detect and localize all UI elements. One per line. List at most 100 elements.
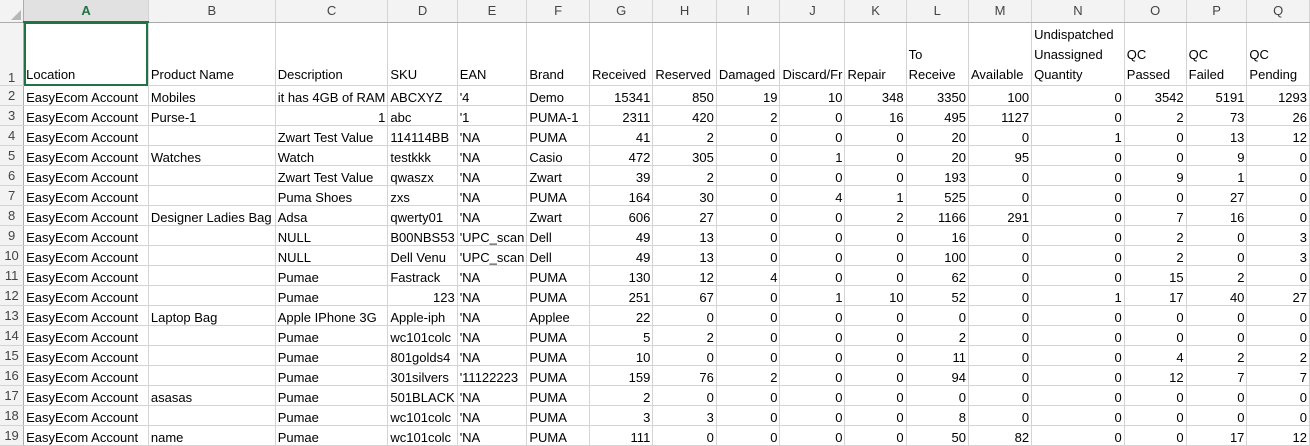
table-cell[interactable]	[148, 405, 276, 426]
table-cell[interactable]: 0	[844, 425, 907, 446]
table-cell[interactable]: 0	[716, 325, 781, 346]
table-cell[interactable]: 76	[652, 365, 717, 386]
table-cell[interactable]: PUMA	[526, 405, 590, 426]
column-header-g[interactable]: G	[589, 0, 654, 23]
table-cell[interactable]: 19	[716, 85, 781, 106]
table-cell[interactable]: B00NBS53	[387, 225, 458, 246]
table-cell[interactable]: Pumae	[275, 345, 389, 366]
table-cell[interactable]: 0	[716, 245, 781, 266]
table-cell[interactable]: 17	[1124, 285, 1187, 306]
table-cell[interactable]: 4	[1124, 345, 1187, 366]
table-cell[interactable]: 0	[844, 225, 907, 246]
table-cell[interactable]: 0	[844, 265, 907, 286]
row-header-15[interactable]: 15	[0, 345, 25, 366]
row-header-1[interactable]: 1	[0, 22, 25, 86]
table-cell[interactable]: 0	[779, 425, 846, 446]
table-cell[interactable]: 0	[1031, 185, 1125, 206]
table-cell[interactable]: 12	[1246, 125, 1310, 146]
table-cell[interactable]: wc101colc	[387, 425, 458, 446]
table-cell[interactable]: 0	[716, 145, 781, 166]
table-cell[interactable]: EasyEcom Account	[23, 265, 149, 286]
row-header-8[interactable]: 8	[0, 205, 25, 226]
table-cell[interactable]: 94	[906, 365, 969, 386]
header-cell[interactable]: QC Pending	[1246, 22, 1310, 86]
column-header-h[interactable]: H	[652, 0, 717, 23]
table-cell[interactable]: PUMA	[526, 385, 590, 406]
table-cell[interactable]: Pumae	[275, 365, 389, 386]
table-cell[interactable]: 114114BB	[387, 125, 458, 146]
table-cell[interactable]: 3	[589, 405, 654, 426]
table-cell[interactable]: 0	[779, 265, 846, 286]
table-cell[interactable]: 4	[716, 265, 781, 286]
table-cell[interactable]: 348	[844, 85, 907, 106]
table-cell[interactable]: 0	[779, 405, 846, 426]
column-header-l[interactable]: L	[906, 0, 969, 23]
table-cell[interactable]: PUMA	[526, 425, 590, 446]
table-cell[interactable]: 0	[968, 125, 1033, 146]
table-cell[interactable]: 49	[589, 225, 654, 246]
table-cell[interactable]: EasyEcom Account	[23, 385, 149, 406]
table-cell[interactable]: 123	[387, 285, 458, 306]
table-cell[interactable]: 17	[1186, 425, 1248, 446]
table-cell[interactable]: 'NA	[457, 405, 528, 426]
table-cell[interactable]: 0	[716, 165, 781, 186]
table-cell[interactable]: 0	[779, 365, 846, 386]
table-cell[interactable]: 'NA	[457, 145, 528, 166]
table-cell[interactable]: 0	[1186, 305, 1248, 326]
table-cell[interactable]: 1	[1031, 285, 1125, 306]
table-cell[interactable]: 0	[968, 325, 1033, 346]
column-header-f[interactable]: F	[526, 0, 590, 23]
header-cell[interactable]: Undispatched Unassigned Quantity	[1031, 22, 1125, 86]
table-cell[interactable]: 8	[906, 405, 969, 426]
table-cell[interactable]: 0	[1031, 365, 1125, 386]
table-cell[interactable]: Apple-iph	[387, 305, 458, 326]
table-cell[interactable]	[148, 245, 276, 266]
table-cell[interactable]: Dell	[526, 245, 590, 266]
table-cell[interactable]: 0	[844, 405, 907, 426]
table-cell[interactable]: 2	[716, 105, 781, 126]
table-cell[interactable]: 159	[589, 365, 654, 386]
table-cell[interactable]: 3	[1246, 245, 1310, 266]
column-header-b[interactable]: B	[148, 0, 276, 23]
table-cell[interactable]: Designer Ladies Bag	[148, 205, 276, 226]
table-cell[interactable]: EasyEcom Account	[23, 185, 149, 206]
table-cell[interactable]: 11	[906, 345, 969, 366]
row-header-11[interactable]: 11	[0, 265, 25, 286]
table-cell[interactable]: 0	[1031, 165, 1125, 186]
table-cell[interactable]: 0	[1031, 385, 1125, 406]
table-cell[interactable]: wc101colc	[387, 325, 458, 346]
row-header-3[interactable]: 3	[0, 105, 25, 126]
table-cell[interactable]: 0	[968, 345, 1033, 366]
column-header-k[interactable]: K	[844, 0, 907, 23]
table-cell[interactable]: Pumae	[275, 265, 389, 286]
table-cell[interactable]: 0	[716, 225, 781, 246]
table-cell[interactable]: 0	[779, 385, 846, 406]
table-cell[interactable]: 2311	[589, 105, 654, 126]
header-cell[interactable]: Damaged	[716, 22, 781, 86]
table-cell[interactable]: Puma Shoes	[275, 185, 389, 206]
table-cell[interactable]	[148, 265, 276, 286]
table-cell[interactable]: 52	[906, 285, 969, 306]
table-cell[interactable]: 15	[1124, 265, 1187, 286]
table-cell[interactable]: 27	[652, 205, 717, 226]
table-cell[interactable]: 30	[652, 185, 717, 206]
table-cell[interactable]: Watch	[275, 145, 389, 166]
column-header-e[interactable]: E	[457, 0, 528, 23]
table-cell[interactable]: 0	[1031, 265, 1125, 286]
table-cell[interactable]: 20	[906, 145, 969, 166]
table-cell[interactable]: 0	[1246, 385, 1310, 406]
table-cell[interactable]: 0	[968, 245, 1033, 266]
table-cell[interactable]: Zwart	[526, 205, 590, 226]
table-cell[interactable]: 'NA	[457, 125, 528, 146]
table-cell[interactable]: 0	[716, 305, 781, 326]
column-header-i[interactable]: I	[716, 0, 781, 23]
table-cell[interactable]: 0	[1246, 165, 1310, 186]
table-cell[interactable]: 3	[1246, 225, 1310, 246]
table-cell[interactable]: 2	[652, 125, 717, 146]
column-header-o[interactable]: O	[1124, 0, 1187, 23]
table-cell[interactable]: 7	[1246, 365, 1310, 386]
table-cell[interactable]: EasyEcom Account	[23, 365, 149, 386]
table-cell[interactable]	[148, 345, 276, 366]
row-header-7[interactable]: 7	[0, 185, 25, 206]
table-cell[interactable]: 0	[1031, 405, 1125, 426]
